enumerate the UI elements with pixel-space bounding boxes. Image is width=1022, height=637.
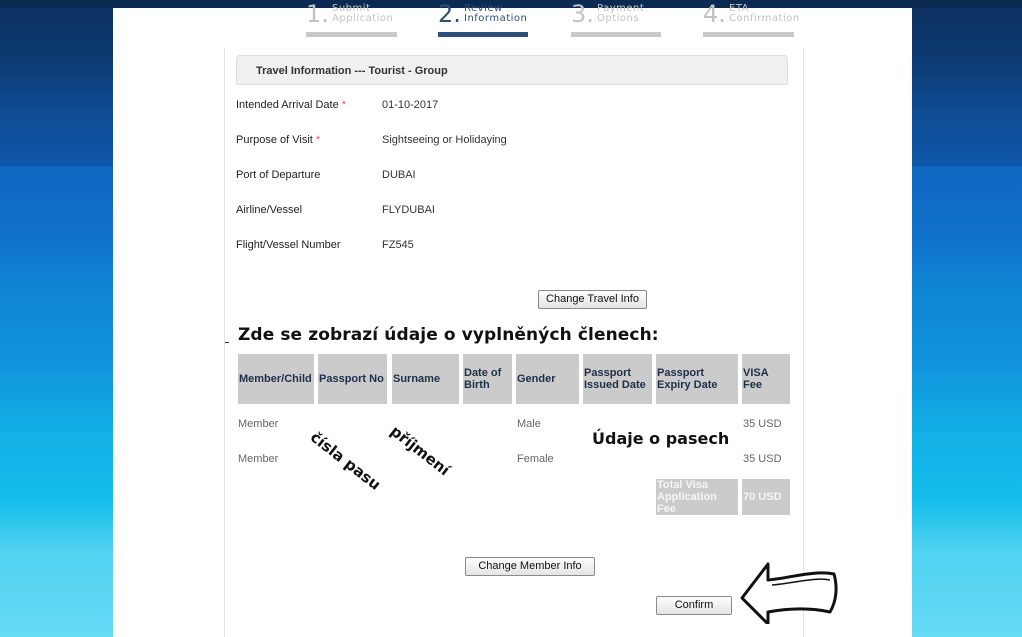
step-bar: [306, 32, 397, 37]
table-row-1-gender: Male: [517, 418, 541, 430]
step-submit-application: 1. Submit Application: [306, 0, 397, 37]
table-row-1-type: Member: [238, 418, 279, 430]
column-header-member: Member/Child: [238, 354, 314, 404]
step-label: ETA Confirmation: [729, 3, 800, 24]
confirm-button[interactable]: Confirm: [656, 596, 732, 615]
step-review-information: 2. Review Information: [438, 0, 528, 37]
step-label: Submit Application: [332, 3, 394, 24]
arrival-date-value: 01-10-2017: [382, 99, 439, 111]
purpose-value: Sightseeing or Holidaying: [382, 134, 507, 146]
divider: [225, 342, 229, 343]
step-payment-options: 3. Payment Options: [571, 0, 661, 37]
table-row-2-fee: 35 USD: [743, 453, 782, 465]
step-number: 3.: [571, 0, 594, 28]
airline-value: FLYDUBAI: [382, 204, 435, 216]
step-bar: [703, 32, 794, 37]
table-row-1-fee: 35 USD: [743, 418, 782, 430]
step-label: Review Information: [464, 3, 528, 24]
travel-info-header: Travel Information --- Tourist - Group: [236, 55, 788, 85]
step-number: 1.: [306, 0, 329, 28]
change-member-info-button[interactable]: Change Member Info: [465, 557, 595, 576]
step-bar: [438, 32, 528, 37]
table-row-2-type: Member: [238, 453, 279, 465]
column-header-date-of-birth: Date of Birth: [463, 354, 512, 404]
column-header-passport-no: Passport No: [318, 354, 387, 404]
annotation-passport-details: Údaje o pasech: [592, 429, 730, 448]
column-header-surname: Surname: [392, 354, 459, 404]
column-header-visa-fee: VISA Fee: [742, 354, 790, 404]
annotation-title: Zde se zobrazí údaje o vyplněných členec…: [238, 325, 659, 345]
column-header-passport-issued: Passport Issued Date: [583, 354, 652, 404]
pointer-arrow-icon: [740, 562, 838, 624]
total-fee-label: Total Visa Application Fee: [656, 479, 738, 515]
port-value: DUBAI: [382, 169, 416, 181]
step-bar: [571, 32, 661, 37]
column-header-gender: Gender: [516, 354, 579, 404]
required-marker: *: [341, 99, 347, 111]
flight-number-value: FZ545: [382, 239, 414, 251]
table-row-2-gender: Female: [517, 453, 554, 465]
column-header-passport-expiry: Passport Expiry Date: [656, 354, 738, 404]
step-number: 4.: [703, 0, 726, 28]
step-eta-confirmation: 4. ETA Confirmation: [703, 0, 799, 37]
required-marker: *: [315, 134, 321, 146]
step-number: 2.: [438, 0, 461, 28]
change-travel-info-button[interactable]: Change Travel Info: [538, 290, 647, 309]
total-fee-value: 70 USD: [742, 479, 790, 515]
step-label: Payment Options: [597, 3, 645, 24]
